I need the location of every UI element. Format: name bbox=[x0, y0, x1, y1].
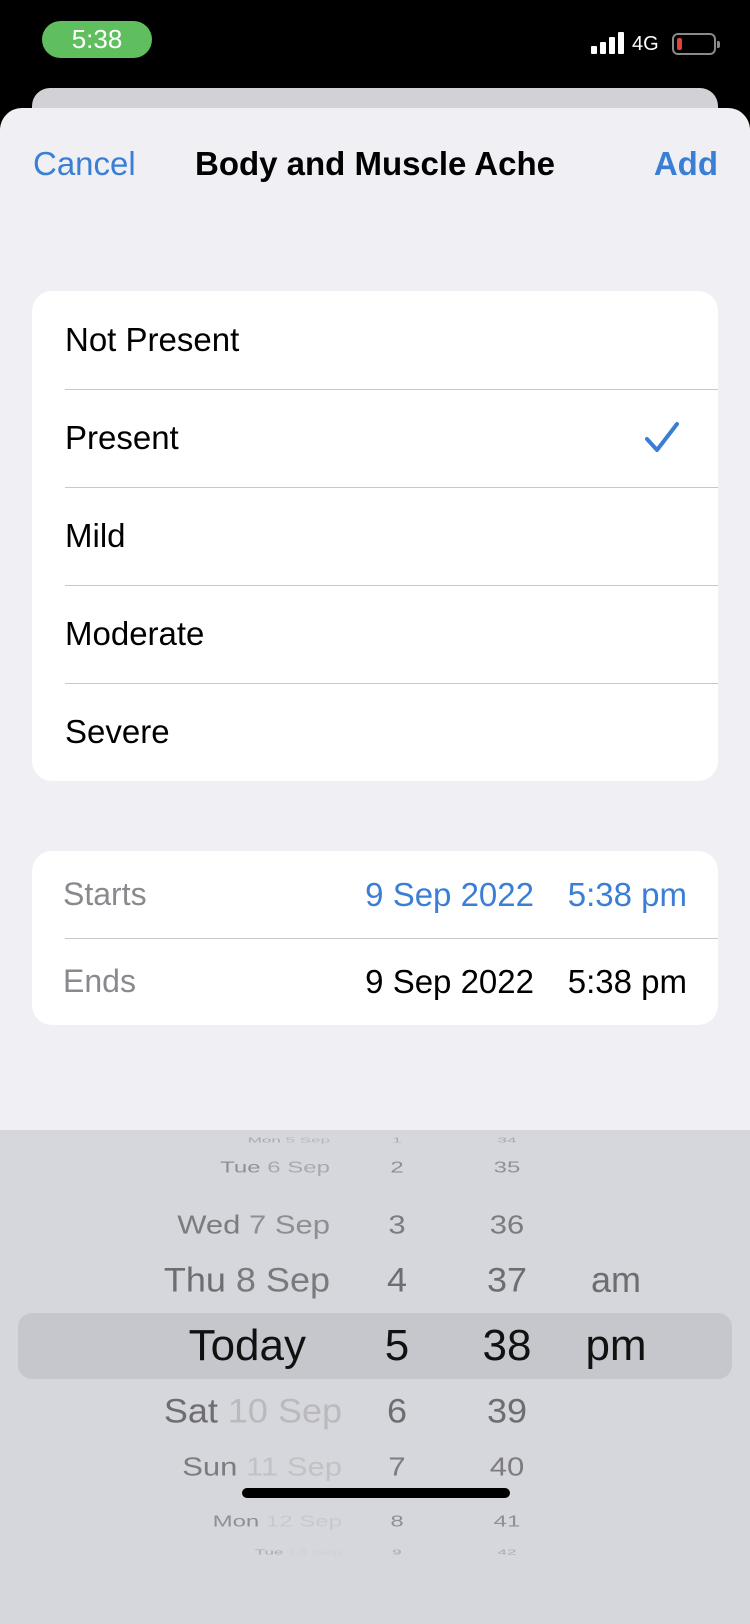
picker-hour-item[interactable]: 6 bbox=[367, 1390, 427, 1431]
picker-day-item[interactable]: Tue 13 Sep bbox=[255, 1547, 342, 1556]
picker-minute-item[interactable]: 37 bbox=[467, 1259, 547, 1300]
picker-minute-item[interactable]: 40 bbox=[467, 1451, 547, 1483]
picker-weekday: Sat bbox=[163, 1391, 218, 1431]
time-range-card: Starts 9 Sep 2022 5:38 pm Ends 9 Sep 202… bbox=[32, 851, 718, 1025]
picker-weekday: Tue bbox=[254, 1547, 284, 1556]
picker-hour-item[interactable]: 3 bbox=[367, 1209, 427, 1241]
page-title: Body and Muscle Ache bbox=[194, 145, 556, 182]
picker-weekday: Thu bbox=[163, 1260, 226, 1300]
battery-icon bbox=[672, 33, 720, 55]
picker-day-item[interactable]: Mon 12 Sep bbox=[213, 1513, 342, 1532]
starts-time[interactable]: 5:38 pm bbox=[568, 851, 687, 938]
picker-weekday: Today bbox=[188, 1320, 306, 1370]
ends-label: Ends bbox=[63, 963, 136, 999]
picker-hour-item[interactable]: 8 bbox=[367, 1513, 427, 1532]
picker-hour-item[interactable]: 5 bbox=[367, 1320, 427, 1373]
picker-weekday: Sun bbox=[182, 1452, 238, 1482]
starts-label: Starts bbox=[63, 876, 147, 912]
picker-weekday: Tue bbox=[220, 1158, 261, 1177]
picker-day-item[interactable]: Sun 11 Sep bbox=[182, 1451, 342, 1483]
nav-bar: Cancel Body and Muscle Ache Add bbox=[0, 108, 750, 218]
picker-minute-item[interactable]: 36 bbox=[467, 1209, 547, 1241]
picker-date: 13 Sep bbox=[283, 1547, 342, 1556]
home-indicator[interactable] bbox=[242, 1488, 510, 1498]
checkmark-icon bbox=[645, 422, 679, 452]
picker-date: 11 Sep bbox=[237, 1452, 342, 1482]
picker-hour-item[interactable]: 1 bbox=[367, 1135, 427, 1144]
ends-time[interactable]: 5:38 pm bbox=[568, 938, 687, 1025]
starts-date[interactable]: 9 Sep 2022 bbox=[365, 851, 534, 938]
date-time-picker[interactable]: Mon 5 Sep 1 34 Tue 6 Sep 2 35 Wed 7 Sep 3 36 Thu … bbox=[0, 1130, 750, 1624]
picker-day-item[interactable]: Today bbox=[189, 1320, 306, 1373]
severity-list: Not Present Present Mild Moderate Severe bbox=[32, 291, 718, 781]
picker-weekday: Mon bbox=[212, 1512, 260, 1531]
option-label: Present bbox=[65, 419, 179, 456]
picker-day-item[interactable]: Wed 7 Sep bbox=[177, 1209, 330, 1241]
picker-day-item[interactable]: Tue 6 Sep bbox=[220, 1159, 330, 1178]
picker-hour-item[interactable]: 2 bbox=[367, 1159, 427, 1178]
picker-minute-item[interactable]: 41 bbox=[467, 1513, 547, 1532]
picker-hour-item[interactable]: 4 bbox=[367, 1259, 427, 1300]
picker-date: 8 Sep bbox=[225, 1260, 330, 1300]
picker-minute-item[interactable]: 39 bbox=[467, 1390, 547, 1431]
network-type: 4G bbox=[632, 33, 659, 55]
option-label: Mild bbox=[65, 517, 126, 554]
picker-date: 6 Sep bbox=[260, 1158, 330, 1177]
picker-day-item[interactable]: Thu 8 Sep bbox=[164, 1259, 330, 1300]
option-label: Moderate bbox=[65, 615, 205, 652]
picker-day-item[interactable]: Sat 10 Sep bbox=[164, 1390, 342, 1431]
option-present[interactable]: Present bbox=[32, 389, 718, 487]
add-button[interactable]: Add bbox=[654, 144, 718, 184]
picker-weekday: Wed bbox=[177, 1210, 241, 1240]
picker-day-item[interactable]: Mon 5 Sep bbox=[248, 1135, 330, 1144]
picker-weekday: Mon bbox=[247, 1135, 281, 1144]
modal-sheet: Cancel Body and Muscle Ache Add Not Pres… bbox=[0, 108, 750, 1624]
option-severe[interactable]: Severe bbox=[32, 683, 718, 781]
starts-row[interactable]: Starts 9 Sep 2022 5:38 pm bbox=[32, 851, 718, 938]
battery-level bbox=[677, 38, 682, 50]
picker-date: 12 Sep bbox=[259, 1512, 342, 1531]
picker-date: 10 Sep bbox=[217, 1391, 342, 1431]
picker-minute-item[interactable]: 35 bbox=[467, 1159, 547, 1178]
picker-period-item[interactable]: am bbox=[566, 1258, 666, 1301]
picker-hour-item[interactable]: 9 bbox=[367, 1547, 427, 1556]
picker-minute-item[interactable]: 42 bbox=[467, 1547, 547, 1556]
option-label: Not Present bbox=[65, 321, 240, 358]
ends-date[interactable]: 9 Sep 2022 bbox=[365, 938, 534, 1025]
ends-row[interactable]: Ends 9 Sep 2022 5:38 pm bbox=[32, 938, 718, 1025]
option-mild[interactable]: Mild bbox=[32, 487, 718, 585]
screen: 5:38 4G Cancel Body and Muscle Ache Add … bbox=[0, 0, 750, 1624]
option-moderate[interactable]: Moderate bbox=[32, 585, 718, 683]
picker-date: 7 Sep bbox=[240, 1210, 330, 1240]
status-time: 5:38 bbox=[42, 21, 152, 58]
picker-minute-item[interactable]: 34 bbox=[467, 1135, 547, 1144]
picker-period-item[interactable]: pm bbox=[566, 1320, 666, 1373]
picker-date: 5 Sep bbox=[280, 1135, 330, 1144]
option-label: Severe bbox=[65, 713, 170, 750]
picker-hour-item[interactable]: 7 bbox=[367, 1451, 427, 1483]
status-bar: 5:38 4G bbox=[0, 0, 750, 90]
picker-minute-item[interactable]: 38 bbox=[467, 1320, 547, 1373]
signal-icon bbox=[591, 32, 627, 54]
option-not-present[interactable]: Not Present bbox=[32, 291, 718, 389]
